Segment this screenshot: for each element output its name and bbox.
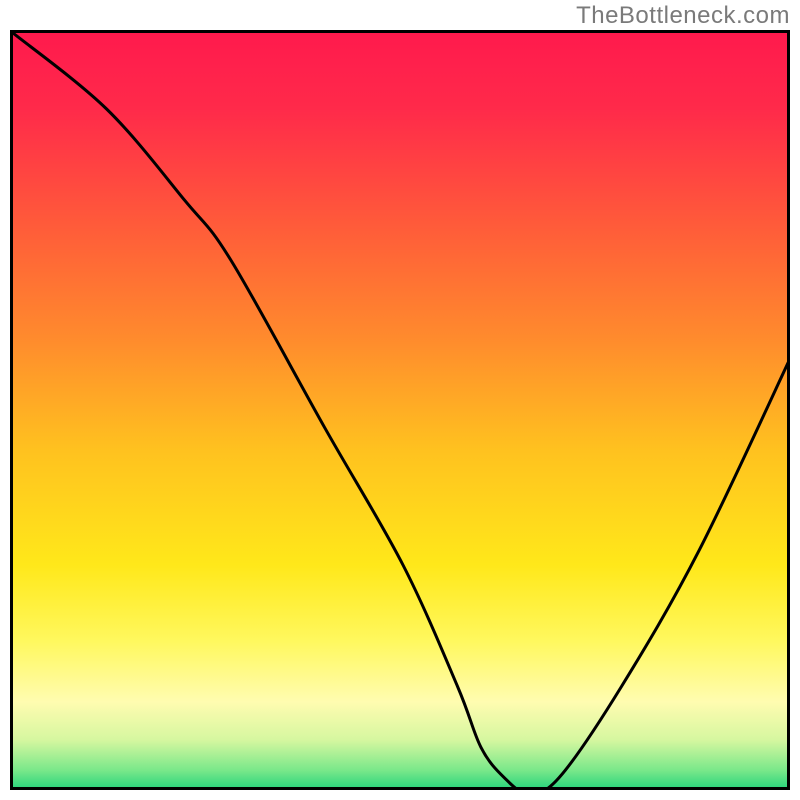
watermark-text: TheBottleneck.com <box>576 2 790 30</box>
gradient-background <box>13 33 790 790</box>
plot-area <box>10 30 790 790</box>
chart-svg <box>13 33 790 790</box>
chart-frame: TheBottleneck.com <box>0 0 800 800</box>
